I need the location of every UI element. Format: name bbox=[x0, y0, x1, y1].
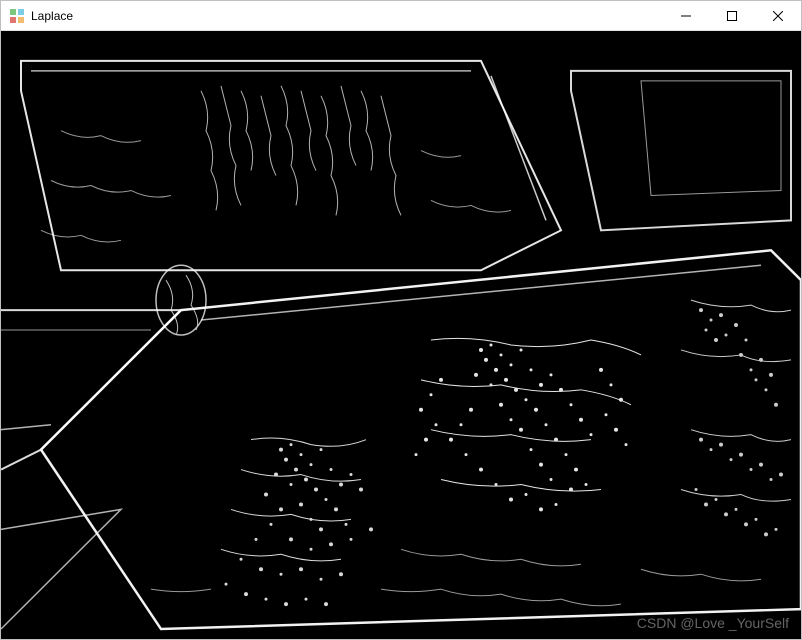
titlebar: Laplace bbox=[1, 1, 801, 31]
minimize-button[interactable] bbox=[663, 1, 709, 30]
minimize-icon bbox=[681, 11, 691, 21]
maximize-icon bbox=[727, 11, 737, 21]
maximize-button[interactable] bbox=[709, 1, 755, 30]
laplace-output-image bbox=[1, 31, 801, 639]
window-title: Laplace bbox=[31, 9, 663, 23]
application-window: Laplace bbox=[0, 0, 802, 640]
app-icon bbox=[9, 8, 25, 24]
close-button[interactable] bbox=[755, 1, 801, 30]
close-icon bbox=[773, 11, 783, 21]
image-viewport: CSDN @Love _YourSelf bbox=[1, 31, 801, 639]
window-controls bbox=[663, 1, 801, 30]
